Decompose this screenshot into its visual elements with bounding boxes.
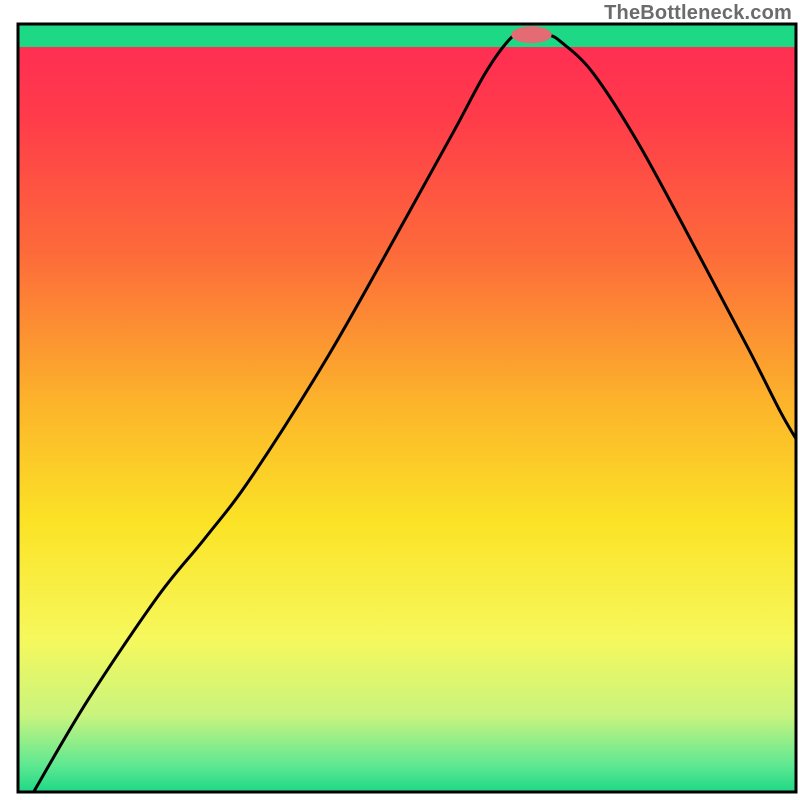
- plot-area: [18, 24, 796, 792]
- bottleneck-chart: TheBottleneck.com: [0, 0, 800, 800]
- watermark-text: TheBottleneck.com: [604, 2, 792, 25]
- green-band: [18, 24, 796, 47]
- gradient-background: [18, 24, 796, 792]
- bottleneck-marker: [511, 26, 551, 43]
- chart-canvas: [0, 0, 800, 800]
